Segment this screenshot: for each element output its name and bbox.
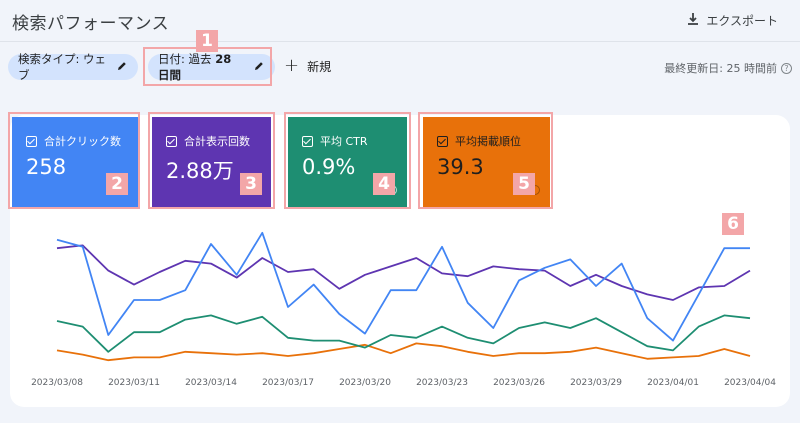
checkbox-icon[interactable]: [26, 135, 37, 147]
edit-icon: [253, 60, 265, 75]
annotation-badge: 5: [513, 173, 535, 195]
series-line: [56, 314, 751, 353]
help-icon[interactable]: ?: [781, 62, 792, 74]
edit-icon: [116, 60, 128, 75]
metric-label: 合計クリック数: [44, 135, 121, 148]
performance-line-chart: 2023/03/08 2023/03/11 2023/03/14 2023/03/17…: [31, 231, 776, 388]
download-icon: [686, 12, 700, 29]
date-range-chip[interactable]: 日付: 過去 28 日間: [148, 51, 275, 83]
x-tick-label: 2023/03/17: [262, 378, 314, 388]
filter-row: 検索タイプ: ウェブ 日付: 過去 28 日間 + 新規 最終更新日: 25 時…: [8, 51, 792, 83]
checkbox-icon[interactable]: [302, 135, 313, 147]
metric-label: 合計表示回数: [184, 135, 250, 148]
page-title: 検索パフォーマンス: [12, 14, 170, 34]
annotation-badge: 1: [196, 30, 218, 52]
metric-label: 平均掲載順位: [455, 135, 521, 148]
x-tick-label: 2023/03/26: [493, 378, 545, 388]
search-type-chip[interactable]: 検索タイプ: ウェブ: [8, 52, 138, 82]
new-filter-label: 新規: [307, 59, 332, 74]
annotation-badge: 4: [373, 173, 395, 195]
last-updated: 最終更新日: 25 時間前 ?: [664, 60, 792, 76]
export-label: エクスポート: [706, 13, 778, 28]
series-line: [56, 244, 751, 301]
metric-value: 0.9%: [302, 155, 356, 179]
x-tick-label: 2023/03/14: [185, 378, 237, 388]
annotation-badge: 3: [240, 173, 262, 195]
x-tick-label: 2023/04/04: [724, 378, 776, 388]
annotation-badge: 2: [106, 173, 128, 195]
annotation-badge: 6: [722, 213, 744, 235]
checkbox-icon[interactable]: [437, 135, 448, 147]
x-tick-label: 2023/03/08: [31, 378, 83, 388]
x-tick-label: 2023/04/01: [647, 378, 699, 388]
metric-value: 39.3: [437, 155, 484, 179]
header-bar: 検索パフォーマンス エクスポート: [0, 0, 800, 42]
metric-value: 2.88万: [166, 159, 234, 183]
date-range-label: 日付: 過去 28 日間: [158, 51, 245, 83]
export-button[interactable]: エクスポート: [686, 8, 778, 32]
x-tick-label: 2023/03/23: [416, 378, 468, 388]
x-tick-label: 2023/03/20: [339, 378, 391, 388]
search-type-label: 検索タイプ: ウェブ: [18, 52, 107, 82]
plus-icon: +: [284, 55, 300, 76]
date-range-prefix: 日付: 過去: [158, 52, 216, 66]
checkbox-icon[interactable]: [166, 135, 177, 147]
x-tick-label: 2023/03/11: [108, 378, 160, 388]
metric-label: 平均 CTR: [320, 135, 368, 148]
series-line: [56, 231, 750, 342]
x-tick-label: 2023/03/29: [570, 378, 622, 388]
metric-value: 258: [26, 155, 67, 179]
new-filter-button[interactable]: + 新規: [284, 57, 331, 75]
last-updated-text: 最終更新日: 25 時間前: [664, 62, 777, 75]
